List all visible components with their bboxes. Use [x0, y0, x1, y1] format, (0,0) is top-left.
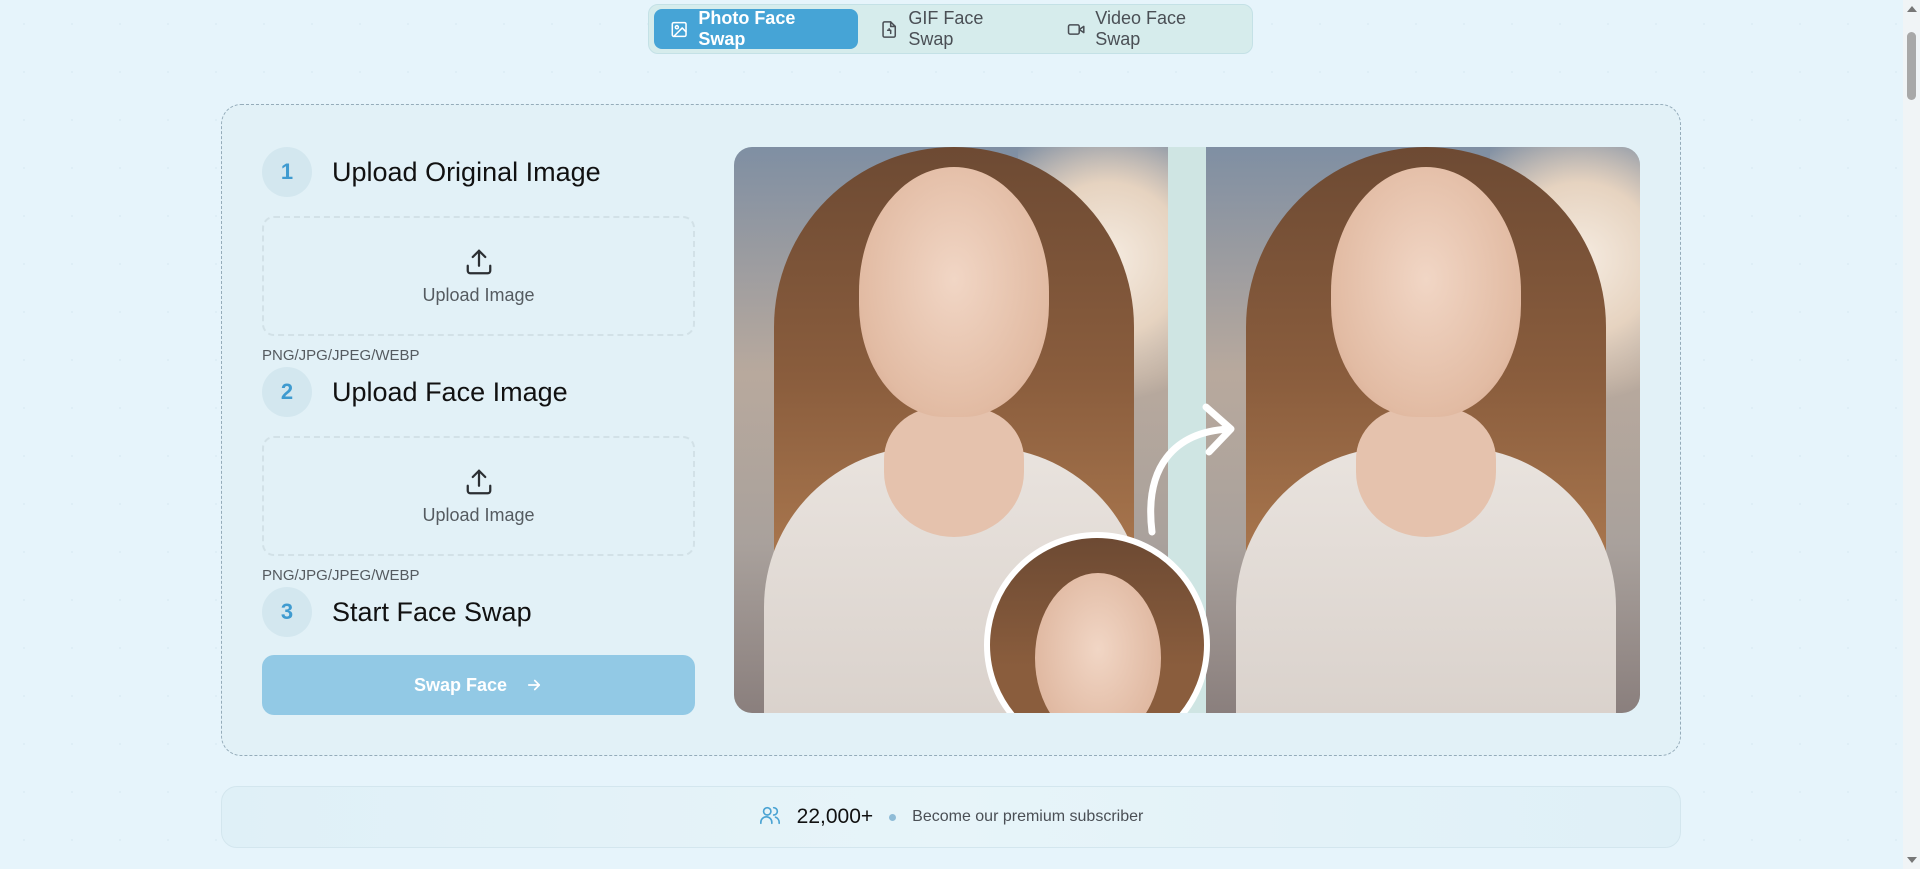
tab-video-face-swap[interactable]: Video Face Swap — [1051, 8, 1247, 49]
face-swap-card: 1 Upload Original Image Upload Image PNG… — [221, 104, 1681, 756]
curved-arrow-icon — [1147, 403, 1235, 536]
subscriber-bar: 22,000+ Become our premium subscriber — [221, 786, 1681, 848]
scroll-up-arrow-icon[interactable] — [1907, 6, 1917, 12]
tab-label: Video Face Swap — [1095, 8, 1186, 49]
step-3-header: 3 Start Face Swap — [262, 587, 532, 637]
upload-label: Upload Image — [422, 504, 535, 525]
users-icon — [759, 804, 781, 831]
scroll-thumb[interactable] — [1907, 32, 1916, 100]
upload-label: Upload Image — [422, 284, 535, 305]
swapped-photo-example — [1206, 147, 1640, 713]
subscriber-count: 22,000+ — [796, 805, 874, 828]
upload-icon — [466, 469, 491, 494]
step-2-header: 2 Upload Face Image — [262, 367, 568, 417]
tab-label: Photo Face Swap — [698, 8, 796, 49]
file-gif-icon — [882, 20, 897, 38]
tab-label: GIF Face Swap — [908, 8, 984, 49]
step-number: 3 — [262, 587, 312, 637]
step-number: 1 — [262, 147, 312, 197]
face-swap-mode-tabs: Photo Face Swap GIF Face Swap Video Face… — [648, 4, 1253, 54]
swap-face-button[interactable]: Swap Face — [262, 655, 695, 715]
upload-original-image-dropzone[interactable]: Upload Image — [262, 216, 695, 336]
scroll-down-arrow-icon[interactable] — [1907, 857, 1917, 863]
video-icon — [1067, 23, 1085, 35]
page-scrollbar[interactable] — [1903, 0, 1920, 869]
swap-face-label: Swap Face — [413, 674, 508, 695]
step-title: Upload Face Image — [332, 376, 568, 407]
supported-formats: PNG/JPG/JPEG/WEBP — [262, 567, 420, 584]
tab-photo-face-swap[interactable]: Photo Face Swap — [654, 8, 859, 49]
image-icon — [671, 21, 687, 37]
step-title: Upload Original Image — [332, 156, 601, 187]
tab-gif-face-swap[interactable]: GIF Face Swap — [864, 8, 1045, 49]
step-1-header: 1 Upload Original Image — [262, 147, 601, 197]
arrow-right-icon — [527, 679, 541, 691]
upload-icon — [466, 249, 491, 274]
supported-formats: PNG/JPG/JPEG/WEBP — [262, 347, 420, 364]
step-title: Start Face Swap — [332, 596, 532, 627]
step-number: 2 — [262, 367, 312, 417]
face-swap-example-preview — [734, 147, 1640, 713]
subscriber-text: Become our premium subscriber — [912, 808, 1144, 825]
upload-face-image-dropzone[interactable]: Upload Image — [262, 436, 695, 556]
separator-dot — [889, 813, 897, 821]
